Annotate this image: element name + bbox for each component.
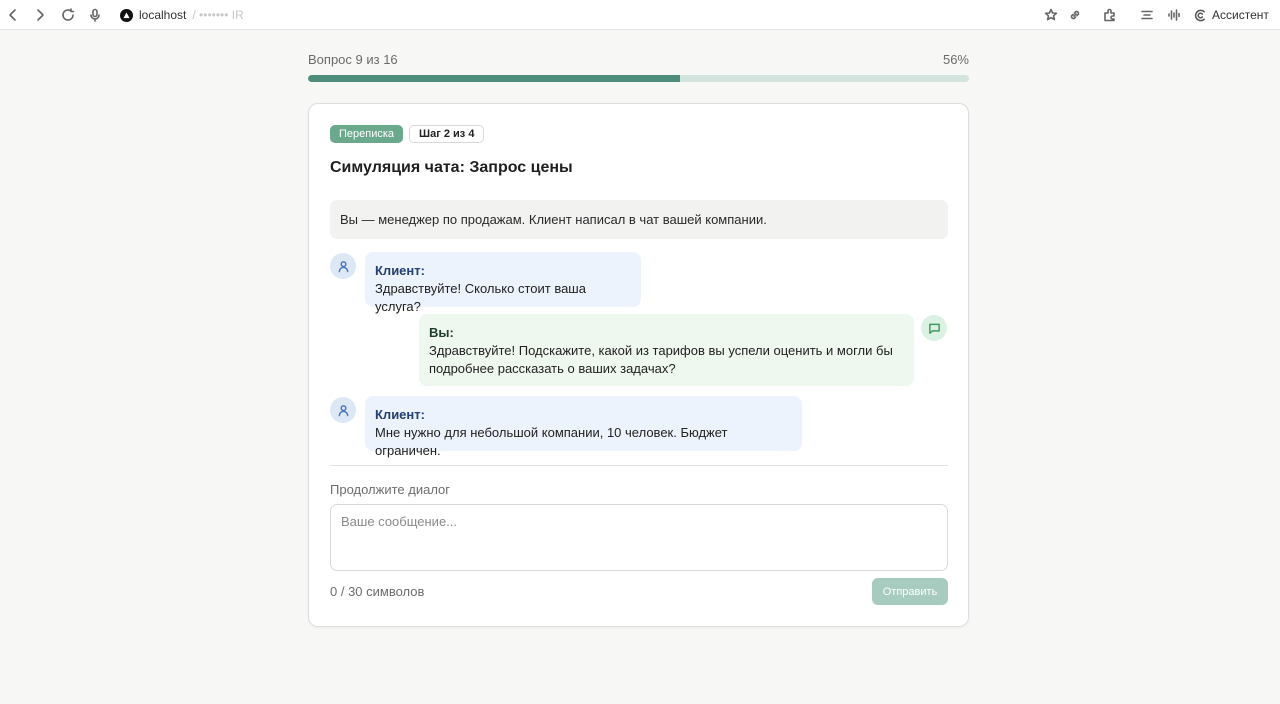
category-badge: Переписка <box>330 125 404 143</box>
message-text: Мне нужно для небольшой компании, 10 чел… <box>375 425 728 458</box>
assistant-button[interactable]: Ассистент <box>1194 5 1269 25</box>
reload-icon[interactable] <box>58 5 78 25</box>
message-text: Здравствуйте! Сколько стоит ваша услуга? <box>375 281 586 314</box>
message-author: Вы: <box>429 325 454 340</box>
client-message: Клиент: Здравствуйте! Сколько стоит ваша… <box>365 252 641 314</box>
address-bar[interactable]: localhost / ••••••• IR <box>120 6 244 24</box>
client-avatar <box>330 253 356 279</box>
bookmark-star-icon[interactable] <box>1041 5 1061 25</box>
audio-wave-icon[interactable] <box>1164 5 1184 25</box>
message-author: Клиент: <box>375 263 425 278</box>
scenario-context: Вы — менеджер по продажам. Клиент написа… <box>330 200 948 239</box>
question-title: Симуляция чата: Запрос цены <box>330 159 573 176</box>
reader-mode-icon[interactable] <box>1137 5 1157 25</box>
site-favicon-icon <box>120 8 133 22</box>
user-icon <box>338 260 348 272</box>
step-badge: Шаг 2 из 4 <box>409 125 485 143</box>
divider <box>330 465 948 466</box>
user-icon <box>338 404 348 416</box>
progress-label: Вопрос 9 из 16 <box>308 52 398 67</box>
badge-row: Переписка Шаг 2 из 4 <box>330 125 485 143</box>
client-message: Клиент: Мне нужно для небольшой компании… <box>365 396 802 458</box>
chat-bubble-icon <box>928 323 940 334</box>
progress-header: Вопрос 9 из 16 56% <box>308 52 969 68</box>
progress-bar <box>308 75 969 82</box>
progress-percent: 56% <box>942 52 969 67</box>
message-text-line: подробнее рассказать о ваших задачах? <box>429 361 676 376</box>
char-counter: 0 / 30 символов <box>330 584 425 599</box>
reply-textarea[interactable] <box>330 504 948 571</box>
reply-prompt: Продолжите диалог <box>330 482 451 497</box>
progress-bar-fill <box>308 75 680 82</box>
message-author: Клиент: <box>375 407 425 422</box>
url-host: localhost <box>139 8 187 22</box>
your-avatar <box>921 315 947 341</box>
assistant-label: Ассистент <box>1212 8 1269 22</box>
your-message: Вы: Здравствуйте! Подскажите, какой из т… <box>419 314 914 386</box>
url-path: / ••••••• IR <box>192 8 244 22</box>
assistant-icon <box>1194 9 1205 21</box>
forward-icon[interactable] <box>30 5 50 25</box>
back-icon[interactable] <box>3 5 23 25</box>
microphone-icon[interactable] <box>85 5 105 25</box>
message-text-line: Здравствуйте! Подскажите, какой из тариф… <box>429 343 893 358</box>
extensions-icon[interactable] <box>1100 5 1120 25</box>
link-icon[interactable] <box>1065 5 1085 25</box>
client-avatar <box>330 397 356 423</box>
browser-toolbar: localhost / ••••••• IR Ассистент <box>0 0 1280 30</box>
question-card: Переписка Шаг 2 из 4 Симуляция чата: Зап… <box>308 103 969 627</box>
send-button[interactable]: Отправить <box>872 578 948 605</box>
